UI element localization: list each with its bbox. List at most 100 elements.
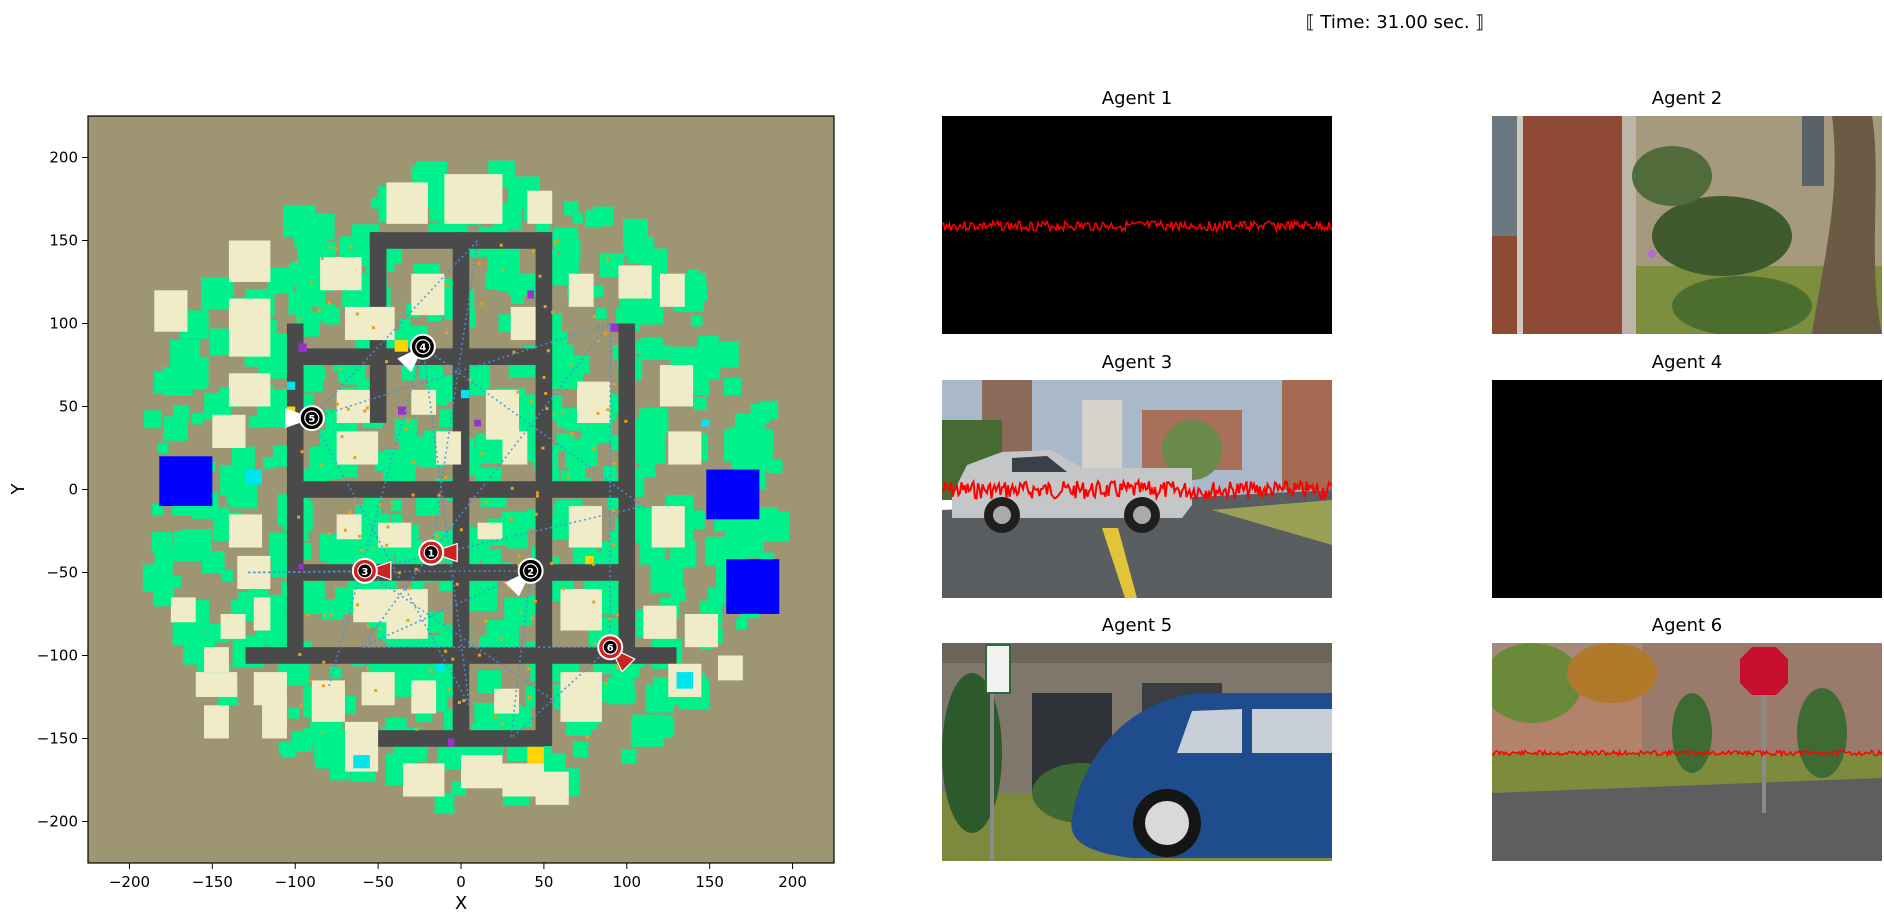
cyan-object [245,469,263,485]
building [336,514,362,540]
building [618,265,652,299]
parking-sign [985,644,1011,694]
x-tick-label: −100 [275,873,316,891]
x-tick-label: 100 [612,873,641,891]
building [386,589,428,639]
large-blue-object [159,456,213,507]
y-axis-label: Y [8,483,29,496]
purple-object [474,419,481,427]
agent-4-title: Agent 4 [1651,352,1723,373]
agent-6-id-label: 6 [607,643,614,654]
agent-6-title: Agent 6 [1651,615,1723,636]
building [444,174,503,224]
building [560,672,602,722]
building [411,389,437,415]
building [228,373,271,407]
building [228,240,271,282]
y-tick-label: −100 [37,647,78,665]
agent-3-id-label: 3 [361,567,368,578]
building [220,614,246,639]
building [535,771,569,805]
agent-2-id-label: 2 [527,567,534,578]
building [659,365,694,407]
building [212,414,246,448]
building [411,273,445,316]
yellow-object [394,340,408,352]
x-tick-label: 150 [695,873,724,891]
x-tick-label: 200 [778,873,807,891]
building [668,431,702,465]
agent-5-id-label: 5 [308,414,315,425]
purple-object [610,323,619,332]
y-tick-label: 150 [49,232,78,250]
building [577,381,611,424]
building [386,182,428,224]
yellow-object [585,555,594,565]
purple-object [447,738,455,747]
agent-4-id-label: 4 [419,343,426,354]
x-axis-label: X [455,893,467,914]
cyan-object [286,381,296,390]
purple-object [527,290,534,299]
large-blue-object [706,469,760,520]
building [502,431,528,465]
agent-1-title: Agent 1 [1101,88,1173,109]
agent-1-camera-view [942,116,1332,334]
agent-3-panel: Agent 3 [942,352,1332,598]
agent-5-camera-view [942,643,1332,861]
building [253,597,271,631]
building [204,647,229,673]
building [262,697,287,739]
yellow-object [527,746,544,764]
large-blue-object [726,559,780,614]
building [643,605,677,639]
cyan-object [461,389,470,399]
building [344,306,395,341]
building [568,506,602,548]
x-tick-label: −50 [362,873,394,891]
building [204,705,229,739]
purple-object [298,343,307,352]
agent-5-panel: Agent 5 [942,615,1332,861]
building [651,506,685,548]
building [361,672,395,706]
cyan-object [436,663,445,673]
building [195,672,238,697]
building [717,655,743,681]
y-tick-label: 0 [68,481,78,499]
building [378,522,412,548]
agent-2-camera-view [1492,116,1882,334]
y-tick-label: 100 [49,315,78,333]
building [560,589,602,631]
cyan-object [701,419,710,427]
building [477,522,503,540]
y-tick-label: −150 [37,730,78,748]
agent-3-camera-view [942,380,1332,598]
agent-3-title: Agent 3 [1101,352,1173,373]
agent-6-camera-view [1492,643,1882,861]
x-tick-label: −200 [109,873,150,891]
agent-4-panel: Agent 4 [1492,352,1882,598]
agent-5-title: Agent 5 [1101,615,1173,636]
y-tick-label: −50 [46,564,78,582]
y-tick-label: −200 [37,813,78,831]
agent-4-camera-view [1492,380,1882,598]
building [411,680,437,714]
y-tick-label: 200 [49,149,78,167]
building [320,257,362,291]
x-tick-label: −150 [192,873,233,891]
cyan-object [676,672,694,689]
building [659,273,685,307]
agent-2-title: Agent 2 [1651,88,1723,109]
building [311,680,345,722]
building [527,190,553,224]
road-segment [286,323,304,664]
agent-1-id-label: 1 [428,549,435,560]
building [461,755,503,789]
building [510,306,536,341]
building [228,514,263,548]
y-tick-label: 50 [59,398,78,416]
building [568,273,594,307]
building [436,431,461,465]
building [154,290,188,332]
